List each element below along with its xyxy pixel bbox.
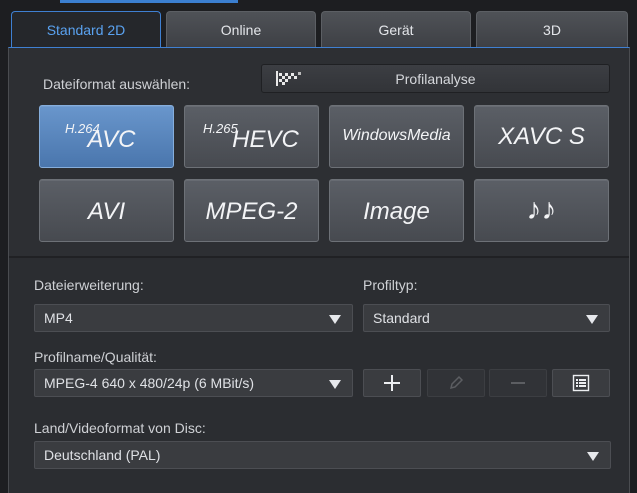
- profile-type-label: Profiltyp:: [363, 277, 418, 293]
- format-avc-button[interactable]: H.264 AVC: [39, 105, 174, 168]
- profile-type-value: Standard: [373, 310, 430, 326]
- format-label: Dateiformat auswählen:: [43, 76, 191, 92]
- format-image-button[interactable]: Image: [329, 179, 464, 242]
- profile-list-button[interactable]: [552, 369, 610, 397]
- top-accent-bar: [60, 0, 238, 3]
- profile-analysis-button[interactable]: Profilanalyse: [261, 64, 610, 93]
- format-label: AVC: [87, 126, 136, 153]
- add-profile-button[interactable]: [363, 369, 421, 397]
- format-section: Dateiformat auswählen: Profilanalyse H.2…: [9, 48, 629, 256]
- tab-label: Gerät: [378, 21, 414, 38]
- profile-quality-value: MPEG-4 640 x 480/24p (6 MBit/s): [44, 375, 255, 391]
- profile-quality-label: Profilname/Qualität:: [34, 349, 157, 365]
- minus-icon: [511, 382, 525, 384]
- format-label: HEVC: [232, 126, 299, 153]
- format-label: Image: [363, 198, 430, 225]
- format-label: AVI: [87, 198, 126, 225]
- format-label: WindowsMedia: [342, 127, 451, 144]
- tab-bar: Standard 2D Online Gerät 3D: [11, 11, 628, 47]
- tab-device[interactable]: Gerät: [321, 11, 471, 47]
- chevron-down-icon: [329, 315, 341, 324]
- format-mpeg2-button[interactable]: MPEG-2: [184, 179, 319, 242]
- pencil-icon: [449, 375, 464, 390]
- profile-quality-select[interactable]: MPEG-4 640 x 480/24p (6 MBit/s): [34, 369, 353, 397]
- chevron-down-icon: [586, 315, 598, 324]
- profile-type-select[interactable]: Standard: [363, 304, 610, 332]
- chevron-down-icon: [329, 380, 341, 389]
- edit-profile-button[interactable]: [427, 369, 485, 397]
- extension-select[interactable]: MP4: [34, 304, 353, 332]
- tab-label: 3D: [543, 21, 561, 38]
- plus-icon: [384, 375, 400, 391]
- tab-standard-2d[interactable]: Standard 2D: [11, 11, 161, 47]
- music-notes-icon: ♪♪: [526, 193, 557, 226]
- tab-3d[interactable]: 3D: [476, 11, 628, 47]
- tab-online[interactable]: Online: [166, 11, 316, 47]
- tab-label: Standard 2D: [46, 21, 126, 38]
- format-label: XAVC S: [498, 123, 585, 150]
- format-windowsmedia-button[interactable]: WindowsMedia: [329, 105, 464, 168]
- format-avi-button[interactable]: AVI: [39, 179, 174, 242]
- format-xavcs-button[interactable]: XAVC S: [474, 105, 609, 168]
- profile-analysis-label: Profilanalyse: [395, 70, 476, 87]
- format-audio-button[interactable]: ♪♪: [474, 179, 609, 242]
- tab-label: Online: [220, 21, 262, 38]
- disc-format-select[interactable]: Deutschland (PAL): [34, 441, 611, 469]
- disc-format-label: Land/Videoformat von Disc:: [34, 420, 206, 436]
- disc-format-value: Deutschland (PAL): [44, 447, 161, 463]
- format-label: MPEG-2: [205, 198, 298, 225]
- remove-profile-button[interactable]: [489, 369, 547, 397]
- chevron-down-icon: [587, 452, 599, 461]
- extension-label: Dateierweiterung:: [34, 277, 144, 293]
- list-icon: [572, 374, 590, 392]
- settings-panel: Dateiformat auswählen: Profilanalyse H.2…: [8, 47, 630, 493]
- extension-value: MP4: [44, 310, 73, 326]
- profile-analysis-icon: [276, 71, 301, 86]
- format-hevc-button[interactable]: H.265 HEVC: [184, 105, 319, 168]
